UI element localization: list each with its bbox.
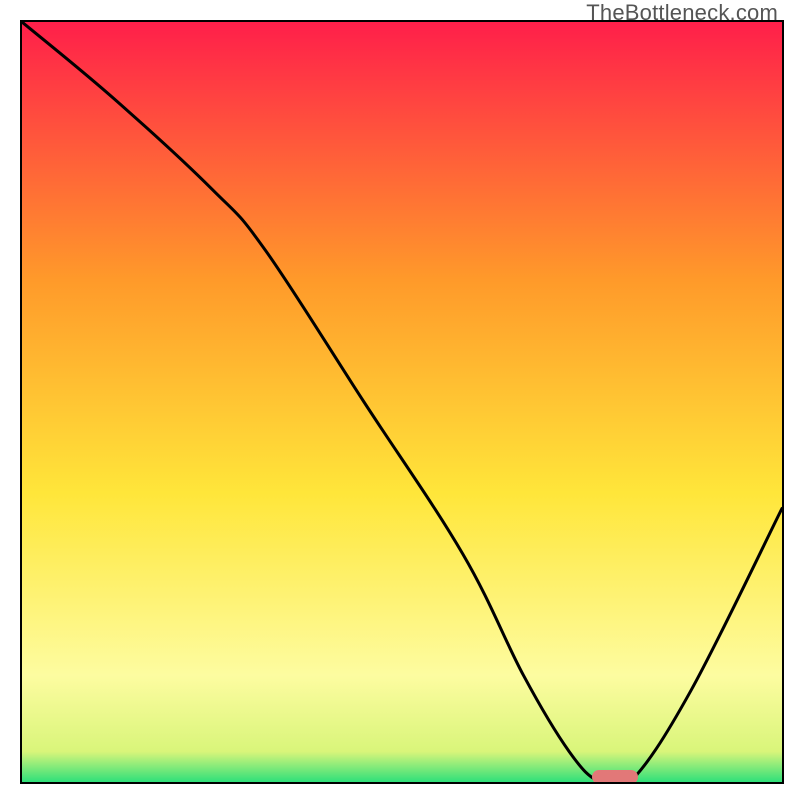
bottleneck-curve-path <box>22 22 782 782</box>
curve-svg <box>22 22 782 782</box>
optimum-marker <box>592 770 638 784</box>
chart-container: TheBottleneck.com <box>0 0 800 800</box>
plot-area <box>20 20 784 784</box>
